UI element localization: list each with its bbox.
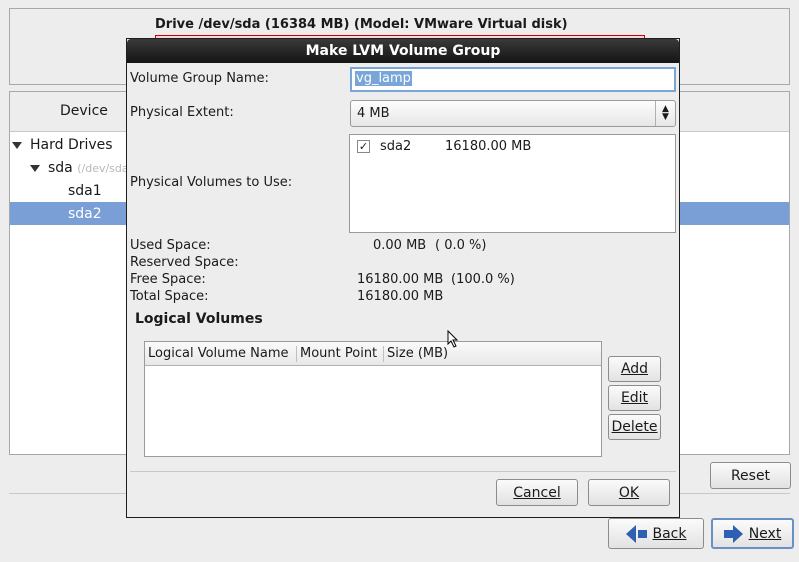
vg-name-value: vg_lamp: [355, 71, 412, 86]
column-mount-point[interactable]: Mount Point: [300, 346, 377, 361]
lv-table-header: Logical Volume Name Mount Point Size (MB…: [145, 342, 601, 366]
used-space-pct: ( 0.0 %): [435, 238, 487, 253]
used-space-label: Used Space:: [130, 238, 211, 253]
back-label: Back: [652, 525, 687, 542]
expander-down-icon[interactable]: [12, 141, 22, 149]
pv-label: Physical Volumes to Use:: [130, 175, 293, 190]
delete-label: Delete: [611, 419, 658, 435]
add-button[interactable]: Add: [608, 356, 661, 382]
total-space-label: Total Space:: [130, 289, 209, 304]
used-space-value: 0.00 MB: [373, 238, 427, 253]
device-column-header[interactable]: Device: [60, 103, 108, 119]
tree-item-label: Hard Drives: [30, 137, 113, 153]
dialog-title[interactable]: Make LVM Volume Group: [127, 39, 679, 63]
logical-volumes-heading: Logical Volumes: [135, 311, 263, 327]
reset-label: Reset: [730, 467, 771, 484]
next-button[interactable]: Next: [711, 518, 794, 549]
vg-name-input[interactable]: vg_lamp: [350, 67, 676, 92]
total-space-value: 16180.00 MB: [357, 289, 444, 304]
dialog-separator: [130, 471, 676, 472]
tree-item-sda[interactable]: sda (/dev/sda: [30, 160, 129, 176]
column-divider: [383, 346, 384, 362]
column-divider: [296, 346, 297, 362]
next-arrow-shaft: [723, 529, 733, 538]
pv-checkbox-sda2[interactable]: ✓: [357, 140, 370, 153]
ok-label: OK: [618, 484, 640, 501]
physical-extent-label: Physical Extent:: [130, 105, 234, 120]
physical-extent-select[interactable]: 4 MB ▲ ▼: [350, 100, 676, 127]
vg-name-label: Volume Group Name:: [130, 71, 269, 86]
free-space-value: 16180.00 MB: [357, 272, 444, 287]
edit-label: Edit: [620, 390, 649, 406]
reserved-space-label: Reserved Space:: [130, 255, 239, 270]
free-space-pct: (100.0 %): [451, 272, 515, 287]
pv-name: sda2: [380, 139, 412, 154]
edit-button[interactable]: Edit: [608, 385, 661, 411]
physical-extent-value: 4 MB: [357, 106, 390, 121]
drive-title: Drive /dev/sda (16384 MB) (Model: VMware…: [155, 17, 568, 32]
tree-item-sda1[interactable]: sda1: [68, 183, 102, 199]
updown-chevron-icon: ▲ ▼: [655, 101, 675, 126]
ok-button[interactable]: OK: [588, 479, 670, 506]
next-label: Next: [748, 525, 782, 542]
sda-path-hint: (/dev/sda: [77, 162, 129, 175]
pv-size: 16180.00 MB: [445, 139, 532, 154]
delete-button[interactable]: Delete: [608, 414, 661, 440]
reset-button[interactable]: Reset: [710, 462, 791, 489]
tree-item-label: sda: [48, 160, 73, 176]
back-button[interactable]: Back: [608, 518, 704, 549]
add-label: Add: [620, 361, 649, 377]
free-space-label: Free Space:: [130, 272, 206, 287]
tree-item-hard-drives[interactable]: Hard Drives: [12, 137, 113, 153]
column-size[interactable]: Size (MB): [387, 346, 448, 361]
back-arrow-shaft: [637, 529, 647, 538]
column-lv-name[interactable]: Logical Volume Name: [148, 346, 289, 361]
expander-down-icon[interactable]: [30, 164, 40, 172]
tree-item-sda2[interactable]: sda2: [68, 206, 102, 222]
cancel-button[interactable]: Cancel: [496, 479, 578, 506]
next-arrow-icon: [732, 524, 743, 543]
back-arrow-icon: [625, 524, 636, 543]
cancel-label: Cancel: [513, 484, 561, 501]
logical-volumes-table: Logical Volume Name Mount Point Size (MB…: [144, 341, 602, 457]
mouse-pointer-icon: [447, 330, 459, 348]
make-lvm-dialog: Make LVM Volume Group Volume Group Name:…: [126, 38, 680, 518]
pv-list: ✓ sda2 16180.00 MB: [349, 134, 676, 233]
